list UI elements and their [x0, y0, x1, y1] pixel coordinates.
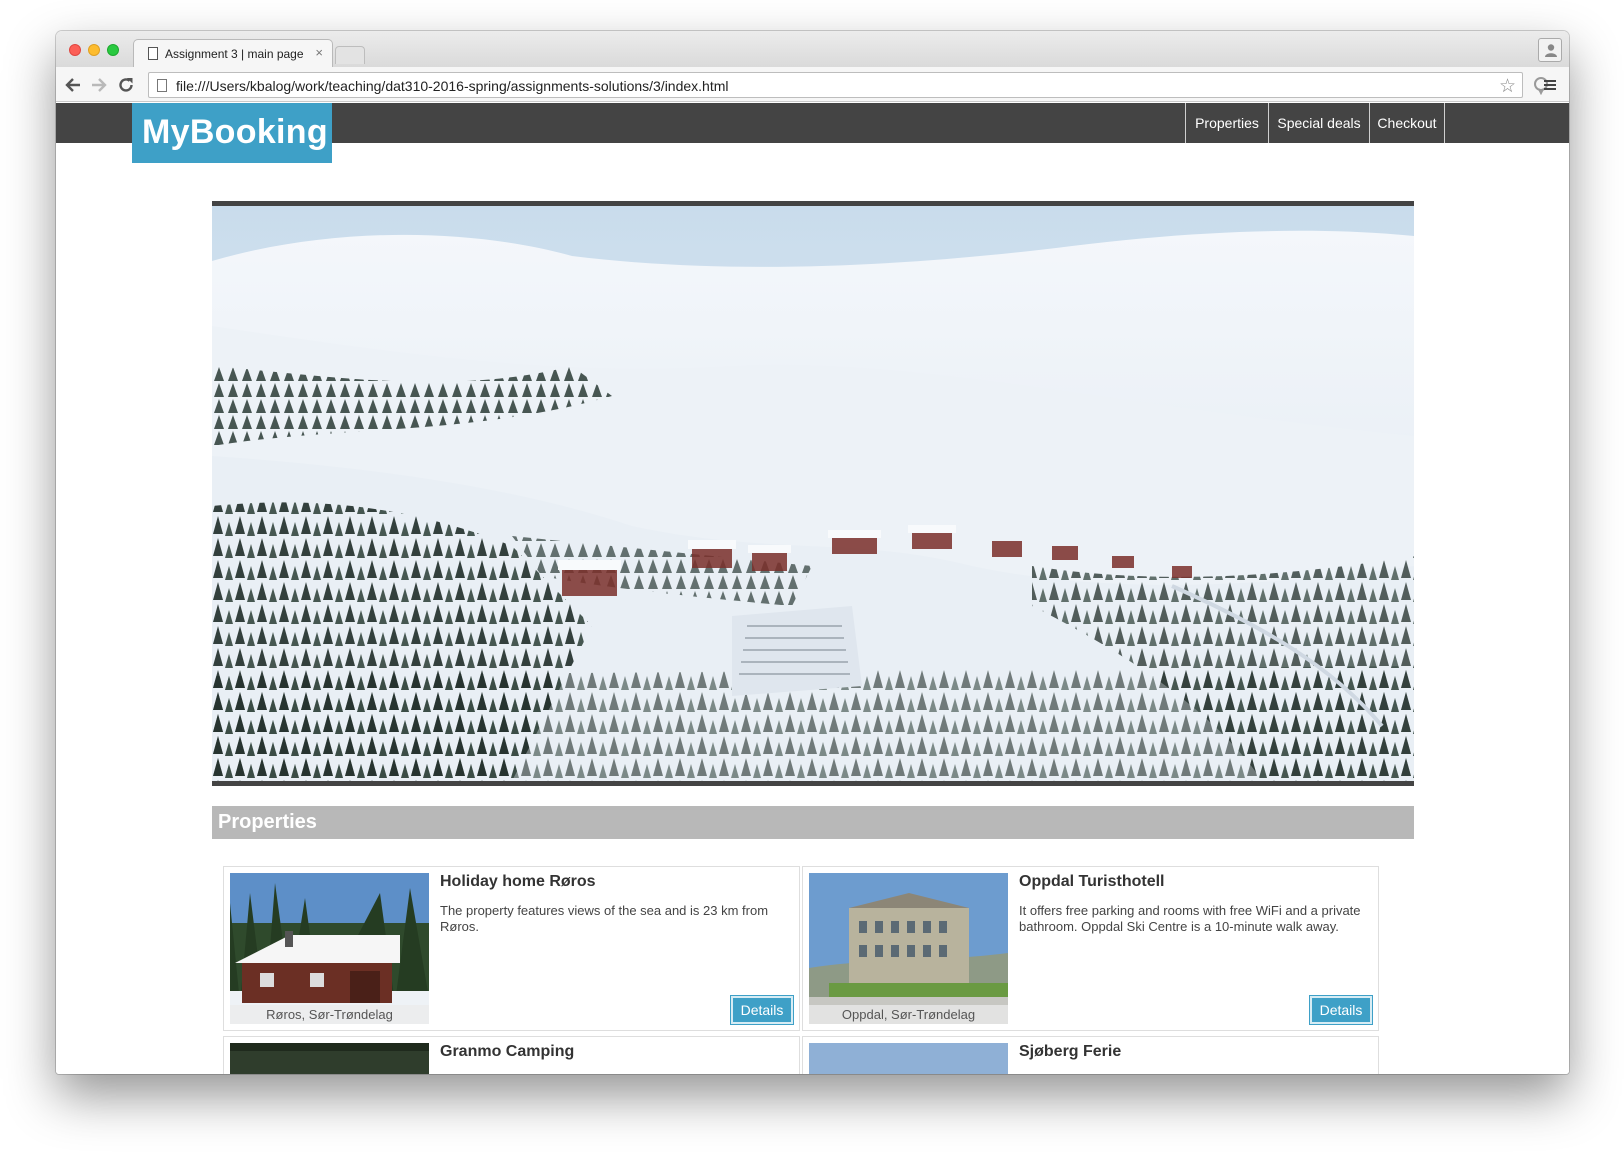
property-card: Røros, Sør-Trøndelag Holiday home Røros … [223, 866, 800, 1031]
forward-icon[interactable] [89, 75, 109, 95]
property-card: Oppdal, Sør-Trøndelag Oppdal Turisthotel… [802, 866, 1379, 1031]
browser-toolbar: file:///Users/kbalog/work/teaching/dat31… [56, 67, 1569, 102]
property-location: Oppdal, Sør-Trøndelag [809, 1005, 1008, 1024]
tab-strip: Assignment 3 | main page × [56, 31, 1569, 68]
section-title: Properties [212, 806, 1414, 839]
document-icon [148, 47, 158, 60]
maximize-window-button[interactable] [107, 44, 119, 56]
browser-tab[interactable]: Assignment 3 | main page × [133, 39, 333, 68]
nav-special-deals[interactable]: Special deals [1268, 103, 1369, 143]
details-button[interactable]: Details [730, 995, 794, 1025]
address-bar[interactable]: file:///Users/kbalog/work/teaching/dat31… [148, 72, 1523, 98]
back-icon[interactable] [63, 75, 83, 95]
property-name: Oppdal Turisthotell [1019, 873, 1165, 890]
tab-title: Assignment 3 | main page [165, 47, 304, 61]
property-photo[interactable] [230, 1043, 429, 1074]
close-tab-icon[interactable]: × [315, 45, 323, 60]
property-location: Røros, Sør-Trøndelag [230, 1005, 429, 1024]
minimize-window-button[interactable] [88, 44, 100, 56]
property-photo[interactable] [809, 1043, 1008, 1074]
profile-icon[interactable] [1538, 38, 1562, 62]
close-window-button[interactable] [69, 44, 81, 56]
property-name: Granmo Camping [440, 1043, 575, 1060]
reload-icon[interactable] [116, 75, 136, 95]
site-logo[interactable]: MyBooking [132, 103, 332, 163]
property-photo[interactable]: Røros, Sør-Trøndelag [230, 873, 429, 1024]
browser-window: Assignment 3 | main page × file:///Users… [56, 31, 1569, 1074]
nav-properties[interactable]: Properties [1185, 103, 1268, 143]
property-description: It offers free parking and rooms with fr… [1019, 903, 1361, 934]
property-name: Sjøberg Ferie [1019, 1043, 1122, 1060]
new-tab-button[interactable] [335, 46, 365, 64]
nav-checkout[interactable]: Checkout [1369, 103, 1445, 143]
web-page: Properties Special deals Checkout MyBook… [56, 103, 1569, 1074]
page-icon [157, 79, 167, 92]
property-card: Granmo Camping [223, 1036, 800, 1074]
property-description: The property features views of the sea a… [440, 903, 769, 934]
star-icon[interactable]: ☆ [1499, 75, 1516, 98]
menu-icon[interactable] [1540, 75, 1560, 95]
details-button[interactable]: Details [1309, 995, 1373, 1025]
property-card: Sjøberg Ferie [802, 1036, 1379, 1074]
property-photo[interactable]: Oppdal, Sør-Trøndelag [809, 873, 1008, 1024]
property-name: Holiday home Røros [440, 873, 596, 890]
hero-image [212, 201, 1414, 786]
url-text: file:///Users/kbalog/work/teaching/dat31… [176, 78, 729, 94]
